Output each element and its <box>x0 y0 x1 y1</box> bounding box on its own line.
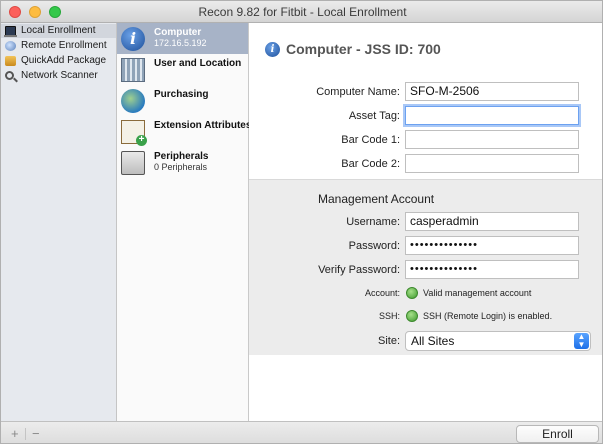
status-ok-icon <box>406 310 418 322</box>
category-computer[interactable]: i Computer 172.16.5.192 <box>117 23 248 54</box>
magnifier-icon <box>5 71 14 80</box>
category-label: Extension Attributes <box>154 120 252 131</box>
bar-code-1-field[interactable] <box>405 130 579 149</box>
category-label: Computer <box>154 27 202 38</box>
remove-button[interactable]: − <box>32 427 40 440</box>
title-bar: Recon 9.82 for Fitbit - Local Enrollment <box>1 1 602 23</box>
category-peripherals[interactable]: Peripherals 0 Peripherals <box>117 147 248 178</box>
enroll-button[interactable]: Enroll <box>516 425 599 443</box>
category-label: Peripherals <box>154 151 209 162</box>
category-label: Purchasing <box>154 89 209 100</box>
document-add-icon <box>121 120 147 146</box>
computer-name-label: Computer Name: <box>316 86 400 98</box>
printer-icon <box>121 151 145 175</box>
password-row: Password: •••••••••••••• <box>249 236 602 256</box>
source-item-label: Local Enrollment <box>21 25 96 36</box>
section-title: Management Account <box>318 192 435 206</box>
username-label: Username: <box>346 216 400 228</box>
password-label: Password: <box>348 240 400 252</box>
verify-password-row: Verify Password: •••••••••••••• <box>249 260 602 280</box>
computer-detail-pane: i Computer - JSS ID: 700 Computer Name: … <box>249 23 602 421</box>
toolbar-divider <box>25 428 26 440</box>
app-window: Recon 9.82 for Fitbit - Local Enrollment… <box>0 0 603 444</box>
bar-code-2-row: Bar Code 2: <box>249 154 602 174</box>
source-item-label: Network Scanner <box>21 70 98 81</box>
source-item-remote-enrollment[interactable]: Remote Enrollment <box>1 39 116 53</box>
category-list: i Computer 172.16.5.192 User and Locatio… <box>117 23 252 421</box>
category-label: User and Location <box>154 58 242 69</box>
computer-name-field[interactable]: SFO-M-2506 <box>405 82 579 101</box>
category-subtitle: 0 Peripherals <box>154 162 208 172</box>
info-icon: i <box>121 27 145 51</box>
ssh-status-text: SSH (Remote Login) is enabled. <box>423 311 553 321</box>
account-status-text: Valid management account <box>423 288 532 298</box>
category-purchasing[interactable]: Purchasing <box>117 85 248 116</box>
account-status-label: Account: <box>364 288 400 298</box>
source-item-quickadd-package[interactable]: QuickAdd Package <box>1 54 116 68</box>
site-label: Site: <box>377 335 400 347</box>
bar-code-2-label: Bar Code 2: <box>341 158 400 170</box>
bottom-toolbar: + − Enroll <box>1 421 602 443</box>
globe-icon <box>121 89 145 113</box>
updown-arrows-icon: ▲ ▼ <box>574 333 589 349</box>
bar-code-2-field[interactable] <box>405 154 579 173</box>
site-select-value: All Sites <box>411 334 455 348</box>
site-select[interactable]: All Sites ▲ ▼ <box>405 331 591 351</box>
remote-enrollment-icon <box>5 41 16 51</box>
account-status-row: Account: Valid management account <box>249 286 602 302</box>
verify-password-field[interactable]: •••••••••••••• <box>405 260 579 279</box>
password-field[interactable]: •••••••••••••• <box>405 236 579 255</box>
verify-password-label: Verify Password: <box>318 264 400 276</box>
username-row: Username: casperadmin <box>249 212 602 232</box>
window-title: Recon 9.82 for Fitbit - Local Enrollment <box>198 5 407 19</box>
building-icon <box>121 58 145 82</box>
asset-tag-field[interactable] <box>405 106 579 125</box>
asset-tag-label: Asset Tag: <box>348 110 400 122</box>
source-item-network-scanner[interactable]: Network Scanner <box>1 69 116 83</box>
package-icon <box>5 56 16 66</box>
status-ok-icon <box>406 287 418 299</box>
computer-name-row: Computer Name: SFO-M-2506 <box>249 82 602 102</box>
management-account-section: Management Account Username: casperadmin… <box>249 179 602 355</box>
ssh-status-row: SSH: SSH (Remote Login) is enabled. <box>249 309 602 325</box>
source-item-local-enrollment[interactable]: Local Enrollment <box>1 24 116 38</box>
bar-code-1-label: Bar Code 1: <box>341 134 400 146</box>
source-item-label: QuickAdd Package <box>21 55 107 66</box>
category-extension-attributes[interactable]: Extension Attributes <box>117 116 252 147</box>
username-field[interactable]: casperadmin <box>405 212 579 231</box>
source-item-label: Remote Enrollment <box>21 40 107 51</box>
bar-code-1-row: Bar Code 1: <box>249 130 602 150</box>
category-subtitle: 172.16.5.192 <box>154 38 207 48</box>
laptop-icon <box>4 26 17 37</box>
asset-tag-row: Asset Tag: <box>249 106 602 126</box>
ssh-status-label: SSH: <box>378 311 400 321</box>
info-icon: i <box>265 42 280 57</box>
add-button[interactable]: + <box>11 427 19 440</box>
category-user-and-location[interactable]: User and Location <box>117 54 248 85</box>
enrollment-source-list: Local Enrollment Remote Enrollment Quick… <box>1 23 117 421</box>
page-title: Computer - JSS ID: 700 <box>286 41 441 57</box>
site-row: Site: All Sites ▲ ▼ <box>249 331 602 351</box>
